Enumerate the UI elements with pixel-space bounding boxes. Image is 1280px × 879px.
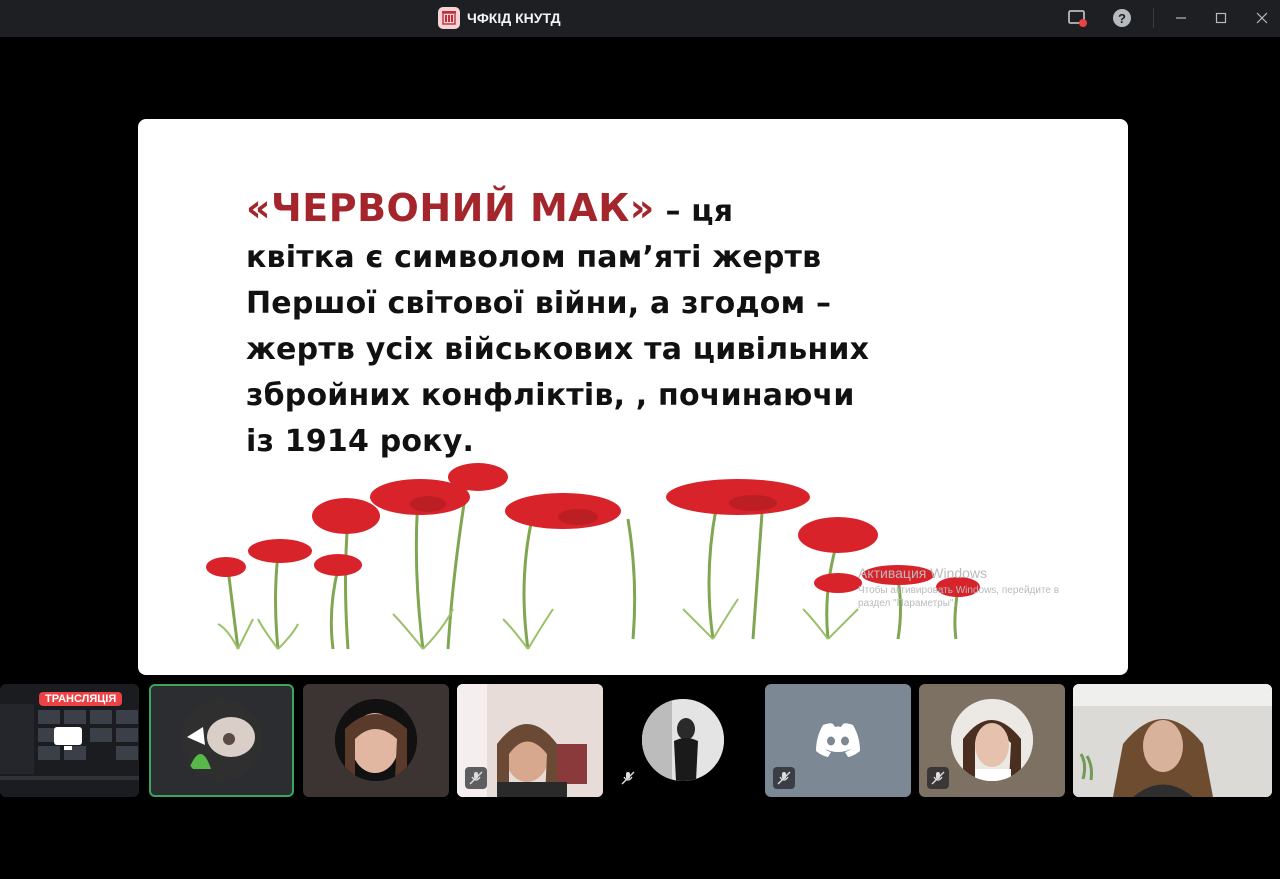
participant-video	[1073, 684, 1272, 797]
stream-stage[interactable]: «ЧЕРВОНИЙ МАК» – ця квітка є символом па…	[138, 119, 1128, 675]
minimize-icon	[1176, 17, 1186, 19]
screen-share-icon	[54, 727, 82, 750]
windows-activation-watermark: Активация Windows Чтобы активировать Win…	[858, 565, 1059, 609]
avatar	[335, 699, 417, 781]
microphone-muted-icon	[621, 771, 635, 785]
discord-icon	[816, 723, 860, 757]
maximize-icon	[1215, 12, 1227, 24]
help-button[interactable]: ?	[1110, 6, 1134, 30]
mute-indicator	[617, 767, 639, 789]
participant-tile-speaking[interactable]	[149, 684, 294, 797]
participant-tile[interactable]	[919, 684, 1065, 797]
avatar-image	[181, 699, 263, 781]
slide-line-2: квітка є символом пам’яті жертв	[246, 240, 822, 275]
inbox-button[interactable]	[1065, 6, 1089, 30]
participant-tile[interactable]	[765, 684, 911, 797]
slide-line-5: збройних конфліктів, , починаючи	[246, 378, 855, 413]
screen-status-icon	[1068, 10, 1087, 27]
mute-indicator	[927, 767, 949, 789]
participant-tile[interactable]	[457, 684, 603, 797]
slide-line-3: Першої світової війни, а згодом –	[246, 286, 832, 321]
slide-line-1: «ЧЕРВОНИЙ МАК» – ця	[246, 185, 946, 235]
help-icon: ?	[1113, 9, 1131, 27]
watermark-line-1: Активация Windows	[858, 565, 988, 581]
slide-line-4: жертв усіх військових та цивільних	[246, 332, 870, 367]
close-button[interactable]	[1250, 6, 1274, 30]
close-icon	[1256, 12, 1268, 24]
minimize-button[interactable]	[1169, 6, 1193, 30]
watermark-line-2: Чтобы активировать Windows, перейдите в	[858, 585, 1060, 596]
microphone-muted-icon	[777, 771, 791, 785]
slide-title: «ЧЕРВОНИЙ МАК»	[246, 186, 655, 230]
avatar-image	[951, 699, 1033, 781]
participant-tile[interactable]	[611, 684, 757, 797]
svg-text:?: ?	[1118, 11, 1126, 26]
maximize-button[interactable]	[1209, 6, 1233, 30]
stream-live-badge: ТРАНСЛЯЦІЯ	[39, 692, 123, 706]
slide-title-suffix: – ця	[654, 194, 734, 229]
avatar	[642, 699, 724, 781]
server-icon	[438, 7, 460, 29]
participant-tile[interactable]	[303, 684, 449, 797]
poppies-illustration	[206, 463, 980, 650]
participant-tile-stream[interactable]: ТРАНСЛЯЦІЯ	[0, 684, 139, 797]
titlebar-divider	[1153, 8, 1154, 28]
microphone-muted-icon	[931, 771, 945, 785]
title-bar: ЧФКІД КНУТД ?	[0, 0, 1280, 37]
window-title-text: ЧФКІД КНУТД	[467, 10, 561, 26]
avatar	[951, 699, 1033, 781]
participant-tile[interactable]	[1073, 684, 1272, 797]
mute-indicator	[465, 767, 487, 789]
watermark-line-3: раздел "Параметры".	[858, 598, 957, 609]
mute-indicator	[773, 767, 795, 789]
avatar	[181, 699, 263, 781]
avatar-image	[642, 699, 724, 781]
microphone-muted-icon	[469, 771, 483, 785]
window-title: ЧФКІД КНУТД	[438, 7, 561, 29]
slide-text: «ЧЕРВОНИЙ МАК» – ця квітка є символом па…	[246, 185, 946, 465]
avatar-image	[335, 699, 417, 781]
